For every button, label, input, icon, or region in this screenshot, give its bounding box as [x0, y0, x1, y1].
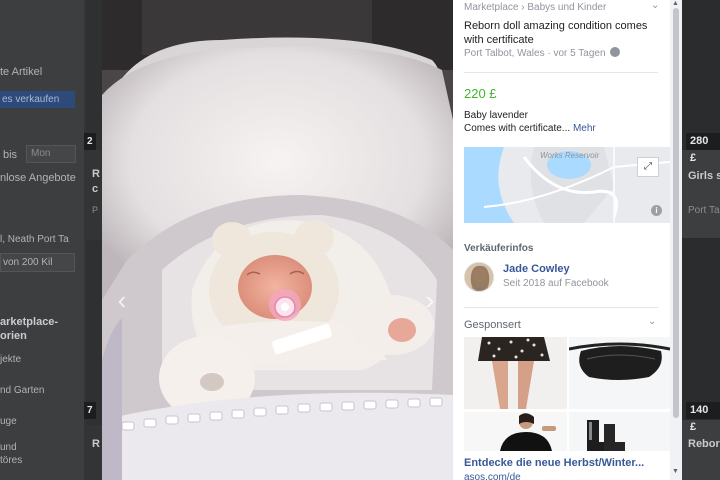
bg-price-chip: 140 £	[686, 402, 720, 433]
chevron-down-icon[interactable]: ⌄	[651, 0, 659, 11]
ad-image[interactable]	[569, 337, 670, 409]
bg-price-chip: 2	[84, 133, 96, 150]
bg-text: te Artikel	[0, 66, 43, 78]
info-icon[interactable]: i	[651, 205, 662, 216]
ad-image[interactable]	[569, 412, 670, 451]
avatar-image	[465, 263, 493, 291]
bg-text: R	[92, 168, 100, 180]
ad-image[interactable]	[464, 412, 567, 451]
bg-select: von 200 Kil	[0, 253, 75, 272]
location-text: Port Talbot, Wales · vor 5 Tagen	[464, 48, 606, 59]
reborn-doll-photo	[102, 0, 453, 480]
listing-title: Reborn doll amazing condition comes with…	[464, 20, 648, 46]
globe-icon	[610, 47, 621, 57]
ad-title-link[interactable]: Entdecke die neue Herbst/Winter...	[464, 457, 644, 469]
bg-text: R	[92, 438, 100, 450]
bg-card-title: Reborn	[688, 438, 720, 450]
background-right-cards: 280 £ Girls s Port Talbo 140 £ Reborn	[682, 0, 720, 480]
ad-skirt-image	[464, 337, 567, 409]
bg-text: uge	[0, 416, 17, 427]
more-link[interactable]: Mehr	[573, 123, 596, 134]
seller-info-heading: Verkäuferinfos	[464, 243, 534, 254]
description-text: Comes with certificate...	[464, 123, 571, 134]
ad-boots-image	[569, 412, 670, 451]
bg-text: l, Neath Port Ta	[0, 234, 69, 245]
bg-card-title: Girls s	[688, 170, 720, 182]
bg-price-chip: 280 £	[686, 133, 720, 164]
bg-text: P	[92, 205, 99, 215]
chevron-down-icon[interactable]: ⌄	[648, 316, 656, 327]
sponsored-heading: Gesponsert	[464, 319, 521, 331]
ad-domain[interactable]: asos.com/de	[464, 472, 521, 480]
bg-text: arketplace-	[0, 316, 59, 328]
bg-text: orien	[0, 330, 27, 342]
divider	[464, 72, 658, 73]
description-line: Baby lavender	[464, 110, 528, 121]
bg-price-chip: 7	[84, 402, 96, 419]
listing-price: 220 £	[464, 86, 497, 101]
bg-text: nd Garten	[0, 385, 45, 396]
bg-text: bis	[3, 149, 18, 161]
listing-details-panel: Marketplace › Babys und Kinder ⌄ Reborn …	[453, 0, 682, 480]
location-map[interactable]: Works Reservoir ⤢ i	[464, 147, 670, 223]
ad-image[interactable]	[464, 337, 567, 409]
panel-scrollbar[interactable]: ▲ ▼	[670, 0, 682, 480]
background-card-column: 2 R c P 7 R	[84, 0, 104, 480]
expand-icon[interactable]: ⤢	[637, 157, 659, 177]
bg-text: und	[0, 442, 17, 453]
description-line: Comes with certificate... Mehr	[464, 123, 596, 134]
sponsored-ad-carousel[interactable]	[464, 337, 670, 451]
listing-photo[interactable]: ‹ ›	[102, 0, 453, 480]
chevron-left-icon[interactable]: ‹	[112, 286, 132, 314]
bg-text: nlose Angebote	[0, 172, 76, 184]
scroll-down-icon[interactable]: ▼	[672, 468, 679, 475]
scrollbar-thumb[interactable]	[673, 8, 679, 418]
avatar[interactable]	[464, 262, 494, 292]
seller-name-link[interactable]: Jade Cowley	[503, 263, 570, 275]
bg-sell-button: es verkaufen	[0, 91, 75, 108]
ad-beltbag-image	[569, 337, 670, 409]
listing-location: Port Talbot, Wales · vor 5 Tagen	[464, 47, 621, 59]
bg-card-location: Port Talbo	[688, 205, 720, 216]
ad-sweater-image	[464, 412, 567, 451]
breadcrumb-text[interactable]: Marketplace › Babys und Kinder	[464, 2, 606, 13]
bg-text: töres	[0, 455, 23, 466]
breadcrumb[interactable]: Marketplace › Babys und Kinder ⌄	[464, 0, 659, 13]
chevron-right-icon[interactable]: ›	[420, 286, 440, 314]
divider	[464, 307, 658, 308]
bg-input: Mon	[26, 145, 76, 163]
bg-text: jekte	[0, 354, 22, 365]
seller-since: Seit 2018 auf Facebook	[503, 278, 609, 289]
bg-text: c	[92, 183, 99, 195]
map-label: Works Reservoir	[540, 151, 600, 160]
scroll-up-icon[interactable]: ▲	[672, 0, 679, 7]
